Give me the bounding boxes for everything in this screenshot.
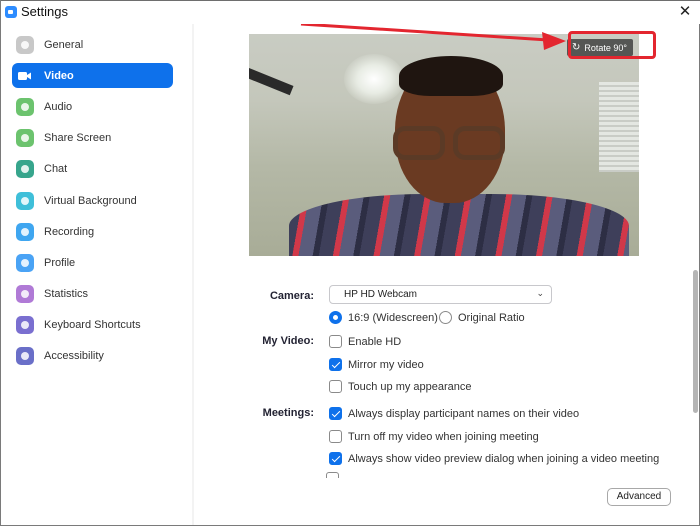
sidebar-item-video[interactable]: Video xyxy=(12,63,173,88)
annotation-arrow-shaft xyxy=(300,24,549,42)
sidebar-item-label: Recording xyxy=(44,225,95,238)
person-shirt xyxy=(289,194,629,256)
checkbox[interactable] xyxy=(326,472,339,478)
glasses-lens-right xyxy=(453,126,505,160)
checkbox-turn-off-video-joining[interactable]: Turn off my video when joining meeting xyxy=(329,430,539,443)
sidebar-item-label: General xyxy=(44,38,84,51)
video-camera-icon xyxy=(16,67,34,85)
scrollbar-thumb[interactable] xyxy=(693,270,698,413)
person-glasses xyxy=(389,126,511,162)
checkbox-touch-up-appearance[interactable]: Touch up my appearance xyxy=(329,380,472,393)
sidebar-item-label: Statistics xyxy=(44,287,89,300)
advanced-button[interactable]: Advanced xyxy=(607,488,671,506)
radio-label: 16:9 (Widescreen) xyxy=(348,311,438,324)
checkbox-label: Mirror my video xyxy=(348,358,424,371)
sidebar-item-accessibility[interactable]: Accessibility xyxy=(12,343,173,368)
checkbox-enable-hd[interactable]: Enable HD xyxy=(329,335,401,348)
keyboard-icon xyxy=(16,315,34,334)
checkbox-label: Always show video preview dialog when jo… xyxy=(348,452,660,465)
headphones-icon xyxy=(16,97,34,116)
checkbox-show-video-preview-dialog[interactable]: Always show video preview dialog when jo… xyxy=(329,452,659,465)
sidebar-item-chat[interactable]: Chat xyxy=(12,156,173,181)
radio-widescreen[interactable]: 16:9 (Widescreen) xyxy=(329,311,438,324)
checkbox-label: Enable HD xyxy=(348,335,402,348)
chat-bubble-icon xyxy=(16,159,34,178)
camera-selected-value: HP HD Webcam xyxy=(344,289,417,300)
window-title: Settings xyxy=(21,4,68,19)
sidebar-item-audio[interactable]: Audio xyxy=(12,94,173,119)
title-bar: Settings ✕ xyxy=(1,0,700,24)
sidebar-item-label: Audio xyxy=(44,100,73,113)
sidebar-item-statistics[interactable]: Statistics xyxy=(12,281,173,306)
settings-sidebar: General Video Audio Share Screen Chat Virtual… xyxy=(2,24,194,525)
settings-window: Settings ✕ General Video Audio Share Screen… xyxy=(0,0,700,526)
camera-select[interactable]: HP HD Webcam ⌄ xyxy=(329,285,552,304)
checkbox-label: Touch up my appearance xyxy=(348,380,472,393)
checkbox-label: Turn off my video when joining meeting xyxy=(348,430,539,443)
virtual-background-icon xyxy=(16,191,34,210)
sidebar-item-label: Share Screen xyxy=(44,131,112,144)
checkbox-display-participant-names[interactable]: Always display participant names on thei… xyxy=(329,407,579,420)
sidebar-item-general[interactable]: General xyxy=(12,32,173,57)
checkbox-mirror-video[interactable]: Mirror my video xyxy=(329,358,424,371)
sidebar-item-label: Video xyxy=(44,69,74,82)
person-icon xyxy=(16,253,34,272)
sidebar-item-label: Profile xyxy=(44,256,76,269)
sidebar-item-recording[interactable]: Recording xyxy=(12,219,173,244)
close-button[interactable]: ✕ xyxy=(677,4,693,20)
video-settings-panel: ↻ Rotate 90° Camera: HP HD Webcam ⌄ 16:9… xyxy=(196,24,700,525)
sidebar-item-label: Accessibility xyxy=(44,349,104,362)
radio-original-ratio[interactable]: Original Ratio xyxy=(439,311,525,324)
sidebar-item-keyboard-shortcuts[interactable]: Keyboard Shortcuts xyxy=(12,312,173,337)
my-video-label: My Video: xyxy=(262,335,314,347)
gear-icon xyxy=(16,35,34,54)
radio-label: Original Ratio xyxy=(458,311,525,324)
camera-label: Camera: xyxy=(269,290,314,302)
annotation-highlight-box xyxy=(568,31,656,59)
sidebar-item-label: Chat xyxy=(44,162,68,175)
bar-chart-icon xyxy=(16,284,34,303)
checkbox[interactable] xyxy=(329,335,342,348)
window-blinds xyxy=(599,82,639,172)
checkbox[interactable] xyxy=(329,358,342,371)
chevron-down-icon: ⌄ xyxy=(536,288,544,298)
radio-button[interactable] xyxy=(329,311,342,324)
sidebar-item-virtual-background[interactable]: Virtual Background xyxy=(12,188,173,213)
sidebar-item-label: Virtual Background xyxy=(44,194,137,207)
sidebar-item-label: Keyboard Shortcuts xyxy=(44,318,141,331)
glasses-lens-left xyxy=(393,126,445,160)
accessibility-icon xyxy=(16,346,34,365)
zoom-app-icon xyxy=(5,6,17,18)
sidebar-item-profile[interactable]: Profile xyxy=(12,250,173,275)
checkbox[interactable] xyxy=(329,430,342,443)
clipped-option-row xyxy=(326,472,666,478)
radio-button[interactable] xyxy=(439,311,452,324)
sidebar-item-share-screen[interactable]: Share Screen xyxy=(12,125,173,150)
record-icon xyxy=(16,222,34,241)
checkbox[interactable] xyxy=(329,407,342,420)
annotation-arrow-head xyxy=(542,32,566,50)
share-screen-icon xyxy=(16,128,34,147)
checkbox[interactable] xyxy=(329,380,342,393)
checkbox-label: Always display participant names on thei… xyxy=(348,407,580,420)
meetings-label: Meetings: xyxy=(262,407,314,419)
checkbox[interactable] xyxy=(329,452,342,465)
